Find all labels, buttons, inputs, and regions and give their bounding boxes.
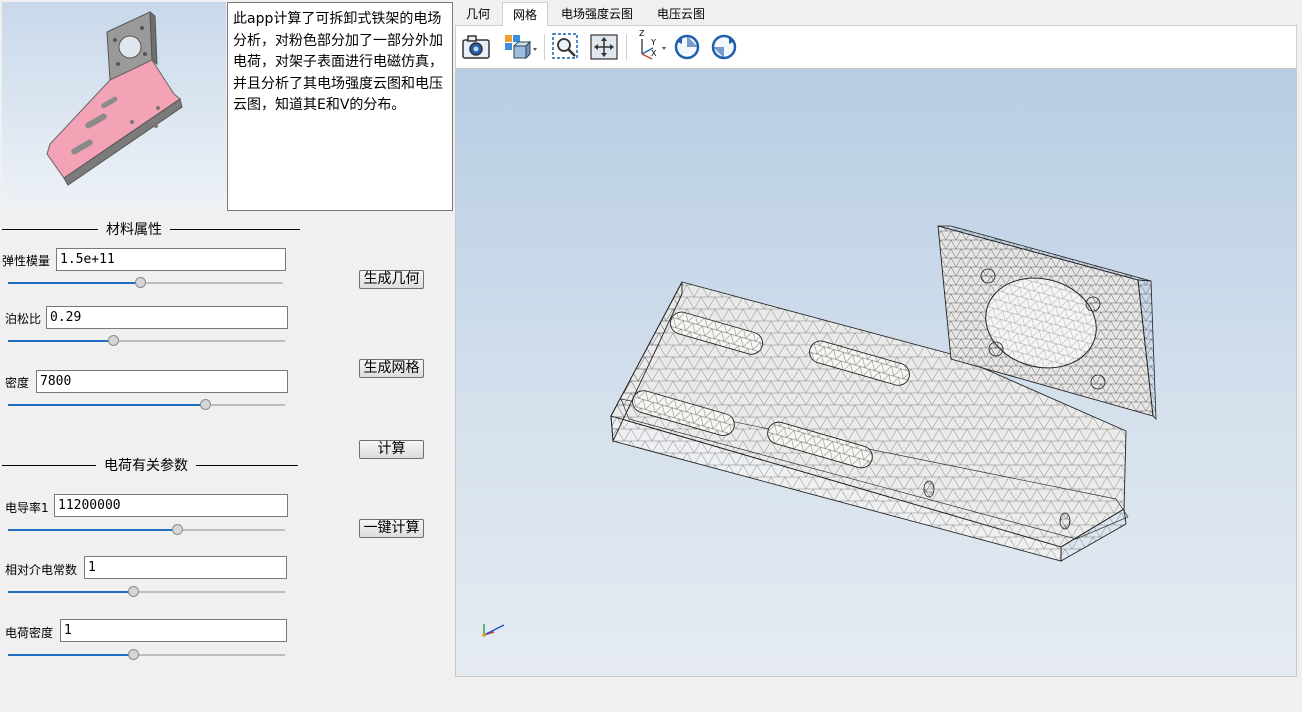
view-cube-icon[interactable]: [502, 32, 538, 62]
bracket-thumbnail: [46, 10, 183, 186]
density-slider[interactable]: [8, 399, 285, 411]
compute-button[interactable]: 计算: [359, 440, 424, 459]
tab-mesh[interactable]: 网格: [502, 2, 548, 27]
elastic-modulus-input[interactable]: 1.5e+11: [56, 248, 286, 271]
fit-view-icon[interactable]: [589, 32, 619, 62]
rotate-cw-icon[interactable]: [709, 32, 739, 62]
slider-thumb[interactable]: [108, 335, 120, 346]
axis-letter-y: Y: [651, 38, 656, 47]
axis-letter-x: X: [651, 49, 657, 58]
one-click-compute-button[interactable]: 一键计算: [359, 519, 424, 538]
viewer-toolbar: Z Y X: [455, 26, 1297, 68]
charge-density-label: 电荷密度: [5, 626, 54, 640]
conductivity-label: 电导率1: [5, 501, 49, 515]
slider-thumb[interactable]: [127, 586, 139, 597]
rotate-ccw-icon[interactable]: [672, 32, 702, 62]
conductivity-slider[interactable]: [8, 524, 285, 536]
slider-thumb[interactable]: [199, 399, 211, 410]
relative-permittivity-input[interactable]: 1: [84, 556, 287, 579]
poisson-ratio-slider[interactable]: [8, 335, 285, 347]
tab-field-strength-contour[interactable]: 电场强度云图: [549, 2, 645, 26]
charge-density-slider[interactable]: [8, 649, 285, 661]
bracket-mesh-wireframe: [482, 225, 1157, 637]
result-tabs: 几何 网格 电场强度云图 电压云图: [455, 2, 1298, 27]
tab-geometry[interactable]: 几何: [455, 2, 501, 26]
generate-geometry-button[interactable]: 生成几何: [359, 270, 424, 289]
camera-icon[interactable]: [461, 32, 491, 62]
app-window: 此app计算了可拆卸式铁架的电场分析，对粉色部分加了一部分外加电荷，对架子表面进…: [0, 0, 1302, 712]
density-label: 密度: [5, 376, 30, 390]
axis-letter-z: Z: [639, 29, 645, 38]
slider-thumb[interactable]: [135, 277, 146, 288]
orientation-triad-icon: [482, 624, 505, 637]
conductivity-input[interactable]: 11200000: [54, 494, 288, 517]
generate-mesh-button[interactable]: 生成网格: [359, 359, 424, 378]
charge-density-input[interactable]: 1: [60, 619, 287, 642]
poisson-ratio-input[interactable]: 0.29: [46, 306, 288, 329]
tab-voltage-contour[interactable]: 电压云图: [646, 2, 716, 26]
status-bar: [0, 681, 1302, 712]
poisson-ratio-label: 泊松比: [5, 312, 42, 326]
app-description: 此app计算了可拆卸式铁架的电场分析，对粉色部分加了一部分外加电荷，对架子表面进…: [227, 2, 453, 211]
mesh-viewport[interactable]: [455, 68, 1297, 677]
charge-group-title: 电荷有关参数: [2, 455, 298, 475]
elastic-modulus-label: 弹性模量: [2, 254, 51, 268]
zoom-box-icon[interactable]: [551, 32, 581, 62]
density-input[interactable]: 7800: [36, 370, 288, 393]
axes-icon[interactable]: Z Y X: [632, 29, 668, 62]
slider-thumb[interactable]: [127, 649, 139, 660]
charge-group-label: 电荷有关参数: [104, 458, 188, 474]
material-group-label: 材料属性: [106, 222, 162, 238]
slider-thumb[interactable]: [171, 524, 183, 535]
relative-permittivity-slider[interactable]: [8, 586, 285, 598]
elastic-modulus-slider[interactable]: [8, 277, 283, 289]
relative-permittivity-label: 相对介电常数: [5, 563, 78, 577]
material-group-title: 材料属性: [2, 219, 300, 239]
geometry-preview-image: [2, 2, 226, 210]
